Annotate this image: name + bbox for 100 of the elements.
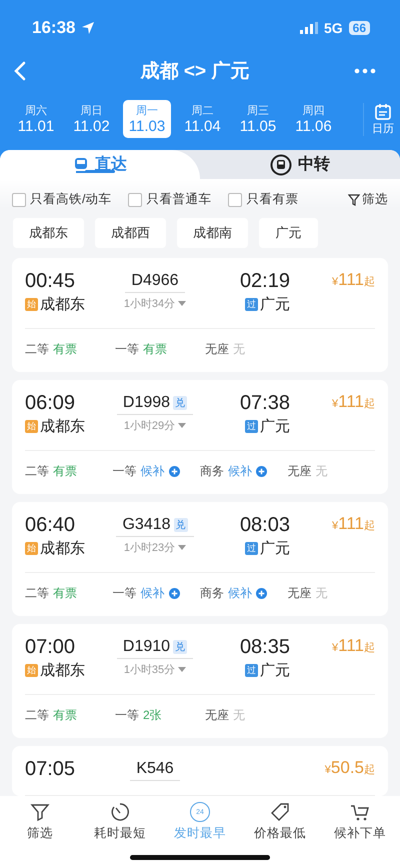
price-tag-icon	[270, 802, 290, 822]
train-card[interactable]: 07:05 K546 ¥50.5起	[12, 746, 388, 796]
signal-icon	[300, 22, 318, 34]
depart-time: 06:40	[25, 514, 76, 537]
seat-status: 有票	[53, 341, 77, 358]
depart-time: 00:45	[25, 270, 76, 293]
exchange-tag: 兑	[173, 396, 188, 410]
train-number: D1998	[122, 394, 170, 412]
arrive-time: 08:03	[240, 514, 290, 537]
arrive-time: 08:35	[240, 636, 290, 659]
seat-class: 一等	[112, 463, 136, 480]
seat-status: 候补	[228, 585, 252, 602]
price: ¥111起	[332, 636, 375, 656]
seat-status: 无	[233, 707, 245, 724]
seat-class: 无座	[205, 341, 229, 358]
train-card[interactable]: 06:09 始 成都东 D1998 兑 1小时29分 07:38 过 广元 ¥111起 二等 有票 一等 候补 商务 候补 无座 无	[12, 380, 388, 494]
add-icon[interactable]	[256, 588, 267, 599]
arrive-time: 07:38	[240, 392, 290, 415]
location-arrow-icon	[81, 21, 96, 35]
seat-class: 无座	[288, 463, 312, 480]
back-icon[interactable]	[14, 61, 26, 81]
depart-time: 07:05	[25, 758, 76, 781]
timer-icon	[110, 802, 130, 822]
price: ¥111起	[332, 270, 375, 290]
seat-status: 候补	[140, 463, 164, 480]
train-card[interactable]: 06:40 始 成都东 G3418 兑 1小时23分 08:03 过 广元 ¥111起 二等 有票 一等 候补 商务 候补 无座 无	[12, 502, 388, 616]
seat-class: 无座	[205, 707, 229, 724]
station-chip[interactable]: 成都西	[95, 218, 166, 248]
filter-checkbox[interactable]: 只看普通车	[128, 191, 212, 208]
add-icon[interactable]	[168, 588, 180, 599]
depart-station: 成都东	[40, 661, 85, 680]
seat-status: 无	[233, 341, 245, 358]
train-card[interactable]: 00:45 始 成都东 D4966 1小时34分 02:19 过 广元 ¥111起 二等 有票 一等 有票 无座 无	[12, 258, 388, 372]
filter-checkbox[interactable]: 只看有票	[228, 191, 298, 208]
seat-status: 有票	[53, 707, 77, 724]
seat-class: 一等	[112, 585, 136, 602]
train-card[interactable]: 07:00 始 成都东 D1910 兑 1小时35分 08:35 过 广元 ¥111起 二等 有票 一等 2张 无座 无	[12, 624, 388, 738]
add-icon[interactable]	[256, 466, 267, 477]
network-label: 5G	[324, 20, 343, 36]
seat-class: 一等	[115, 707, 139, 724]
seat-class: 无座	[288, 585, 312, 602]
start-tag: 始	[25, 664, 38, 677]
train-icon	[73, 156, 89, 172]
seat-class: 一等	[115, 341, 139, 358]
status-time: 16:38	[32, 18, 76, 38]
pass-tag: 过	[245, 298, 258, 311]
price: ¥50.5起	[324, 758, 375, 778]
seat-class: 二等	[25, 341, 49, 358]
seat-status: 有票	[53, 463, 77, 480]
seat-class: 商务	[200, 463, 224, 480]
arrive-station: 广元	[260, 661, 290, 680]
battery-level: 66	[348, 21, 370, 35]
station-chip[interactable]: 成都东	[13, 218, 84, 248]
station-chip[interactable]: 成都南	[177, 218, 248, 248]
filter-checkbox[interactable]: 只看高铁/动车	[12, 191, 112, 208]
caret-icon	[178, 545, 186, 550]
seat-status: 无	[316, 585, 328, 602]
start-tag: 始	[25, 542, 38, 555]
train-number: D1910	[122, 638, 170, 656]
pass-tag: 过	[245, 420, 258, 433]
seat-class: 二等	[25, 707, 49, 724]
station-chip[interactable]: 广元	[259, 218, 318, 248]
sort-tab[interactable]: 价格最低	[240, 802, 320, 866]
more-icon[interactable]	[354, 68, 376, 74]
arrive-station: 广元	[260, 295, 290, 314]
depart-time: 07:00	[25, 636, 76, 659]
start-tag: 始	[25, 298, 38, 311]
calendar-icon	[374, 102, 392, 120]
depart-time: 06:09	[25, 392, 76, 415]
sort-tab[interactable]: 耗时最短	[80, 802, 160, 866]
caret-icon	[178, 423, 186, 428]
train-number: K546	[136, 760, 174, 778]
sort-tab[interactable]: 筛选	[0, 802, 80, 866]
filter-button[interactable]: 筛选	[348, 191, 388, 208]
start-tag: 始	[25, 420, 38, 433]
depart-station: 成都东	[40, 539, 85, 558]
price: ¥111起	[332, 514, 375, 534]
arrive-station: 广元	[260, 539, 290, 558]
seat-status: 无	[316, 463, 328, 480]
depart-station: 成都东	[40, 417, 85, 436]
add-icon[interactable]	[168, 466, 180, 477]
filter-icon	[30, 802, 50, 822]
seat-status: 候补	[140, 585, 164, 602]
mode-tab[interactable]: 中转	[200, 150, 400, 179]
route-title: 成都 <> 广元	[139, 60, 250, 84]
train-circle-icon	[270, 154, 292, 176]
filter-icon	[348, 194, 360, 206]
exchange-tag: 兑	[174, 518, 188, 532]
seat-status: 候补	[228, 463, 252, 480]
arrive-time: 02:19	[240, 270, 290, 293]
caret-icon	[178, 301, 186, 306]
train-number: G3418	[122, 516, 171, 534]
price: ¥111起	[332, 392, 375, 412]
seat-status: 有票	[143, 341, 167, 358]
exchange-tag: 兑	[173, 640, 188, 654]
depart-station: 成都东	[40, 295, 85, 314]
sort-tab[interactable]: 候补下单	[320, 802, 400, 866]
pass-tag: 过	[245, 542, 258, 555]
pass-tag: 过	[245, 664, 258, 677]
seat-status: 2张	[143, 707, 162, 724]
